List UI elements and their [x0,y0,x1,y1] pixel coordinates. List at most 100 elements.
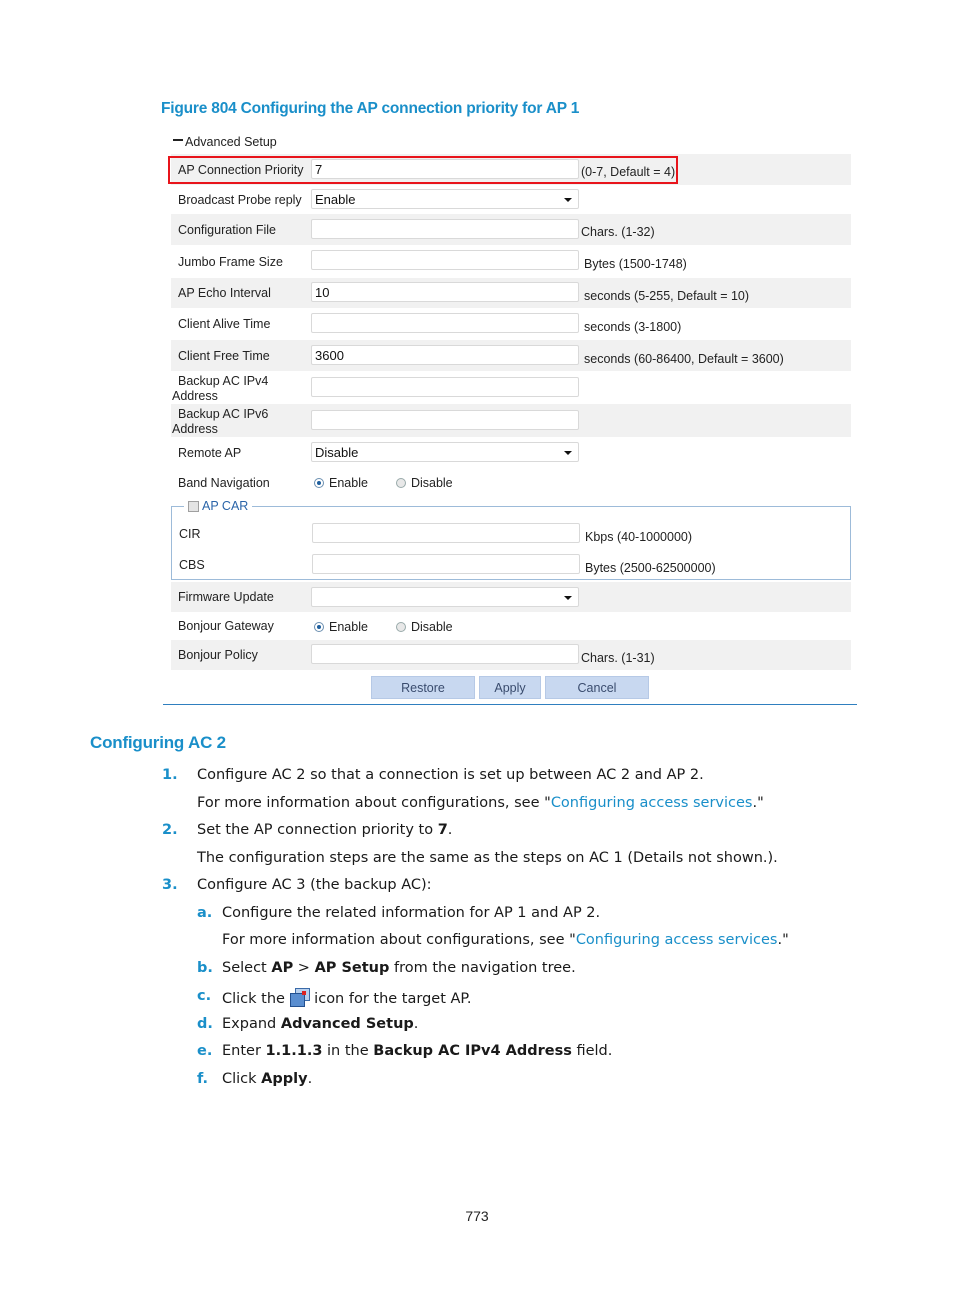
cbs-input[interactable] [312,554,580,574]
label-cir: CIR [179,527,201,541]
label-band-navigation: Band Navigation [178,476,270,490]
cancel-button[interactable]: Cancel [545,676,649,699]
broadcast-probe-reply-value: Enable [315,192,356,207]
hint-client-alive-time: seconds (3-1800) [584,320,682,334]
hint-cbs: Bytes (2500-62500000) [585,561,716,575]
ap-car-checkbox[interactable] [188,500,199,512]
configuring-access-services-link[interactable]: Configuring access services [576,932,778,948]
ap-echo-interval-input[interactable]: 10 [311,282,579,302]
button-bar: Restore Apply Cancel [371,676,653,699]
row-backup-ac-ipv6: Backup AC IPv6 Address [171,404,851,437]
row-cbs: CBS Bytes (2500-62500000) [172,550,850,580]
backup-ac-ipv6-input[interactable] [311,410,579,430]
row-broadcast-probe-reply: Broadcast Probe reply Enable [171,185,851,214]
client-alive-time-input[interactable] [311,313,579,333]
backup-ac-ipv4-input[interactable] [311,377,579,397]
restore-button[interactable]: Restore [371,676,475,699]
radio-unselected-icon [395,622,406,632]
step-note: The configuration steps are the same as … [197,850,778,866]
jumbo-frame-size-input[interactable] [311,250,579,270]
substep-text: Expand Advanced Setup. [222,1016,419,1032]
chevron-down-icon [564,451,572,455]
ap-car-fieldset: AP CAR CIR Kbps (40-1000000) CBS Bytes (… [171,499,851,580]
bonjour-gateway-disable-radio[interactable]: Disable [395,620,453,634]
step-number: 3. [162,877,178,893]
label-cbs: CBS [179,558,205,572]
page-number: 773 [465,1208,489,1224]
bonjour-gateway-enable-radio[interactable]: Enable [314,620,368,634]
row-jumbo-frame-size: Jumbo Frame Size Bytes (1500-1748) [171,245,851,278]
collapse-icon [173,139,183,141]
substep-text: Enter 1.1.1.3 in the Backup AC IPv4 Addr… [222,1043,613,1059]
row-configuration-file: Configuration File Chars. (1-32) [171,214,851,245]
substep-letter: f. [197,1071,209,1087]
label-backup-ac-ipv4: Backup AC IPv4 Address [172,374,269,403]
client-free-time-input[interactable]: 3600 [311,345,579,365]
radio-selected-icon [314,478,324,488]
label-bonjour-gateway: Bonjour Gateway [178,619,274,633]
row-client-alive-time: Client Alive Time seconds (3-1800) [171,308,851,340]
label-firmware-update: Firmware Update [178,590,274,604]
band-navigation-radio-group: Enable Disable [314,476,481,490]
radio-selected-icon [314,622,324,632]
section-title: Configuring AC 2 [90,733,226,752]
hint-ap-echo-interval: seconds (5-255, Default = 10) [584,289,750,303]
firmware-update-select[interactable] [311,587,579,607]
label-remote-ap: Remote AP [178,445,242,460]
hint-jumbo-frame-size: Bytes (1500-1748) [584,257,687,271]
ap-car-label: AP CAR [202,499,249,513]
figure-caption: Figure 804 Configuring the AP connection… [161,100,580,117]
advanced-setup-label: Advanced Setup [185,135,277,149]
substep-note: For more information about configuration… [222,932,789,948]
step-text: Set the AP connection priority to 7. [197,822,453,838]
step-note: For more information about configuration… [197,795,764,811]
substep-letter: d. [197,1016,213,1032]
step-text: Configure AC 2 so that a connection is s… [197,767,704,783]
bonjour-policy-input[interactable] [311,644,579,664]
label-client-alive-time: Client Alive Time [178,317,271,331]
substep-text: Click the icon for the target AP. [222,988,472,1007]
row-band-navigation: Band Navigation Enable Disable [171,468,851,498]
chevron-down-icon [564,596,572,600]
substep-letter: c. [197,988,212,1004]
hint-configuration-file: Chars. (1-32) [581,225,655,239]
row-ap-echo-interval: AP Echo Interval 10 seconds (5-255, Defa… [171,278,851,308]
advanced-setup-toggle[interactable]: Advanced Setup [173,133,277,151]
row-remote-ap: Remote AP Disable [171,437,851,468]
row-cir: CIR Kbps (40-1000000) [172,519,850,549]
ap-setup-icon [289,988,310,1007]
substep-letter: a. [197,905,213,921]
row-firmware-update: Firmware Update [171,582,851,612]
band-navigation-disable-radio[interactable]: Disable [395,476,453,490]
label-broadcast-probe-reply: Broadcast Probe reply [178,192,302,207]
label-bonjour-policy: Bonjour Policy [178,648,258,662]
bonjour-gateway-radio-group: Enable Disable [314,620,481,634]
apply-button[interactable]: Apply [479,676,541,699]
hint-client-free-time: seconds (60-86400, Default = 3600) [584,352,784,366]
label-backup-ac-ipv6: Backup AC IPv6 Address [172,407,269,436]
configuring-access-services-link[interactable]: Configuring access services [551,795,753,811]
configuration-file-input[interactable] [311,219,579,239]
band-navigation-enable-radio[interactable]: Enable [314,476,368,490]
substep-text: Configure the related information for AP… [222,905,601,921]
broadcast-probe-reply-select[interactable]: Enable [311,189,579,209]
label-ap-echo-interval: AP Echo Interval [178,286,271,300]
substep-letter: b. [197,960,213,976]
row-bonjour-policy: Bonjour Policy Chars. (1-31) [171,640,851,670]
step-number: 2. [162,822,178,838]
row-backup-ac-ipv4: Backup AC IPv4 Address [171,371,851,404]
label-client-free-time: Client Free Time [178,348,270,363]
hint-bonjour-policy: Chars. (1-31) [581,651,655,665]
chevron-down-icon [564,198,572,202]
step-number: 1. [162,767,178,783]
row-client-free-time: Client Free Time 3600 seconds (60-86400,… [171,340,851,371]
cir-input[interactable] [312,523,580,543]
label-jumbo-frame-size: Jumbo Frame Size [178,254,283,269]
label-configuration-file: Configuration File [178,222,276,237]
remote-ap-value: Disable [315,445,359,460]
remote-ap-select[interactable]: Disable [311,442,579,462]
figure-divider [163,704,857,705]
highlight-box [168,156,678,184]
ap-car-legend: AP CAR [184,499,253,513]
radio-unselected-icon [395,478,406,488]
